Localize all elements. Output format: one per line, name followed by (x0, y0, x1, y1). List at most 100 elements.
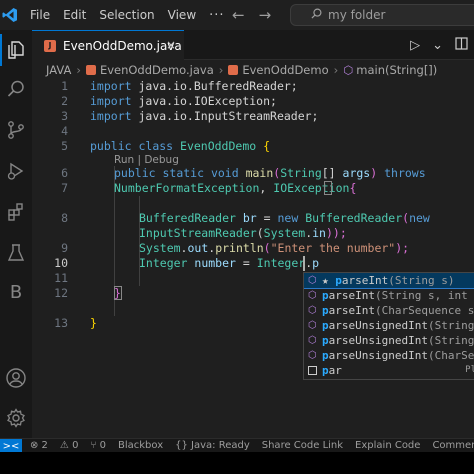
keyword-icon (308, 366, 317, 375)
line-number: 7 (61, 181, 68, 195)
code-line-6: public static void main(String[] args) t… (114, 166, 426, 180)
split-editor-icon[interactable] (455, 36, 468, 54)
code-line-8-wrap: InputStreamReader(System.in)); (139, 226, 347, 240)
close-icon[interactable]: × (166, 38, 176, 52)
code-editor[interactable]: 1 2 3 4 5 6 7 8 9 10 11 12 13 import jav… (32, 80, 474, 438)
suggestion-detail-right: Pl (465, 365, 474, 375)
breadcrumb: JAVA › EvenOddDemo.java › EvenOddDemo › … (32, 60, 474, 80)
suggestion-item[interactable]: ⬡ parseInt(CharSequence s, (304, 303, 474, 318)
suggestion-item[interactable]: ⬡ parseUnsignedInt(CharSeq (304, 348, 474, 363)
bottom-letterbox (0, 452, 474, 474)
run-icon[interactable]: ▷ (410, 38, 420, 53)
line-number: 9 (61, 241, 68, 255)
breadcrumb-class[interactable]: EvenOddDemo (242, 63, 328, 77)
extensions-icon[interactable] (0, 196, 32, 228)
line-number: 13 (54, 316, 68, 330)
line-number-current: 10 (54, 256, 68, 270)
line-number: 3 (61, 109, 68, 123)
editor-actions: ▷ ⌄ (410, 30, 474, 60)
explorer-icon[interactable] (0, 34, 32, 66)
breadcrumb-root[interactable]: JAVA (46, 63, 71, 77)
suggestion-item[interactable]: par Pl (304, 363, 474, 378)
suggestion-item[interactable]: ⬡ ★ parseInt(String s) (304, 273, 474, 289)
code-line-7: NumberFormatException, IOException{ (114, 181, 357, 195)
tab-evenodddemo[interactable]: J EvenOddDemo.java × (32, 30, 184, 60)
status-java-ready[interactable]: {} Java: Ready (175, 440, 250, 451)
menu-more[interactable]: ··· (209, 8, 224, 23)
testing-icon[interactable] (0, 237, 32, 269)
remote-indicator-icon[interactable]: >< (0, 439, 22, 452)
matching-bracket-highlight (114, 286, 122, 300)
tab-label: EvenOddDemo.java (63, 38, 182, 53)
matching-bracket-highlight (324, 181, 332, 195)
suggestion-item[interactable]: ⬡ parseUnsignedInt(String (304, 318, 474, 333)
line-number-gutter: 1 2 3 4 5 6 7 8 9 10 11 12 13 (32, 80, 72, 438)
status-blackbox[interactable]: Blackbox (118, 440, 163, 451)
search-icon (311, 8, 322, 22)
method-cube-icon: ⬡ (308, 290, 317, 301)
method-cube-icon: ⬡ (343, 63, 354, 77)
java-file-icon: J (44, 39, 56, 52)
breadcrumb-method[interactable]: main(String[]) (356, 63, 437, 77)
line-number: 6 (61, 166, 68, 180)
menu-bar: File Edit Selection View ··· (30, 0, 225, 30)
status-bar: >< ⊗ 2 ⚠ 0 ⑂ 0 Blackbox {} Java: Ready S… (0, 438, 474, 452)
method-cube-icon: ⬡ (308, 335, 317, 346)
breadcrumb-separator: › (333, 63, 339, 77)
run-debug-icon[interactable] (0, 155, 32, 187)
blackbox-letter: B (9, 281, 23, 303)
breadcrumb-separator: › (76, 63, 81, 77)
method-cube-icon: ⬡ (308, 320, 317, 331)
code-line-9: System.out.println("Enter the number"); (139, 241, 410, 255)
line-number: 1 (61, 80, 68, 93)
search-placeholder: my folder (328, 8, 386, 22)
blackbox-icon[interactable]: B (0, 276, 32, 308)
menu-selection[interactable]: Selection (99, 8, 154, 22)
command-center-search[interactable]: my folder (290, 4, 474, 26)
menu-edit[interactable]: Edit (63, 8, 86, 22)
vscode-logo-icon (0, 0, 20, 30)
code-line-5: public class EvenOddDemo { (90, 139, 271, 153)
source-control-icon[interactable] (0, 114, 32, 146)
menu-view[interactable]: View (168, 8, 196, 22)
line-number: 11 (54, 271, 68, 285)
code-line-3: import java.io.InputStreamReader; (90, 109, 319, 123)
account-icon[interactable] (0, 362, 32, 394)
line-number: 12 (54, 286, 68, 300)
back-arrow-icon[interactable]: ← (232, 6, 245, 24)
status-errors[interactable]: ⊗ 2 (30, 440, 48, 451)
line-number: 4 (61, 124, 68, 138)
search-icon[interactable] (0, 73, 32, 105)
status-warnings[interactable]: ⚠ 0 (60, 440, 79, 451)
status-items: ⊗ 2 ⚠ 0 ⑂ 0 Blackbox {} Java: Ready Shar… (30, 440, 474, 451)
status-share-code[interactable]: Share Code Link (262, 440, 343, 451)
code-line-10: Integer number = Integer.p (139, 256, 320, 270)
autocomplete-suggestions: ⬡ ★ parseInt(String s) ⬡ parseInt(String… (303, 272, 474, 380)
code-line-2: import java.io.IOException; (90, 94, 277, 108)
method-cube-icon: ⬡ (308, 275, 317, 286)
navigation-arrows: ← → (232, 6, 271, 24)
activity-bar: B (0, 30, 32, 438)
settings-gear-icon[interactable] (0, 402, 32, 434)
forward-arrow-icon[interactable]: → (259, 6, 272, 24)
suggestion-item[interactable]: ⬡ parseInt(String s, int r (304, 288, 474, 303)
editor-tab-bar: J EvenOddDemo.java × ▷ ⌄ (32, 30, 474, 60)
line-number: 8 (61, 211, 68, 225)
text-cursor (303, 256, 305, 271)
status-ports[interactable]: ⑂ 0 (90, 440, 106, 451)
java-class-icon (228, 65, 239, 75)
status-explain-code[interactable]: Explain Code (355, 440, 420, 451)
breadcrumb-file[interactable]: EvenOddDemo.java (100, 63, 214, 77)
java-file-icon (85, 65, 96, 75)
code-line-13: } (90, 316, 97, 330)
title-bar: File Edit Selection View ··· ← → my fold… (0, 0, 474, 30)
line-number: 5 (61, 139, 68, 153)
breadcrumb-separator: › (218, 63, 224, 77)
method-cube-icon: ⬡ (308, 305, 317, 316)
line-number: 2 (61, 94, 68, 108)
menu-file[interactable]: File (30, 8, 50, 22)
suggestion-item[interactable]: ⬡ parseUnsignedInt(String (304, 333, 474, 348)
status-comment-code[interactable]: Comment Code (432, 440, 474, 451)
code-line-8: BufferedReader br = new BufferedReader(n… (139, 211, 430, 225)
chevron-down-icon[interactable]: ⌄ (432, 38, 443, 53)
